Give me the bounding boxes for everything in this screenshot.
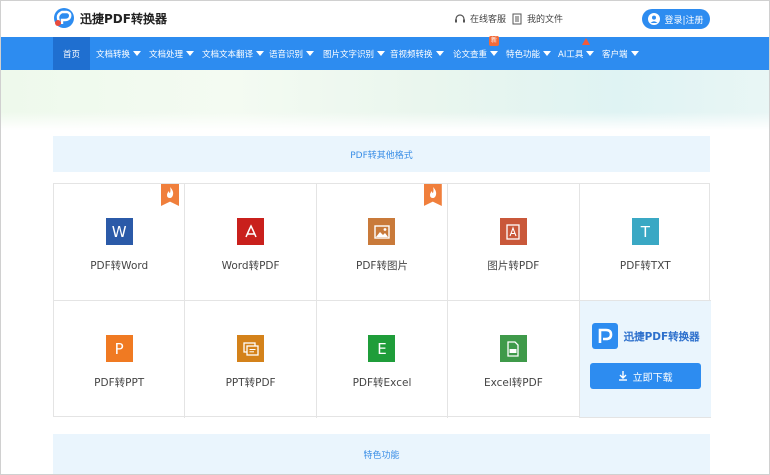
- nav-item-speech[interactable]: 语音识别: [269, 37, 315, 70]
- section-title-label: 特色功能: [363, 450, 400, 461]
- my-files-label: 我的文件: [527, 15, 564, 25]
- download-icon: [618, 371, 628, 381]
- download-now-button[interactable]: 立即下载: [589, 363, 701, 389]
- nav-item-doc-process[interactable]: 文档处理: [149, 37, 195, 70]
- caret-down-icon: [490, 51, 499, 56]
- tile-glyph: E: [377, 339, 387, 358]
- tool-card-pdf-to-txt[interactable]: T PDF转TXT: [579, 184, 711, 301]
- new-badge: 新: [489, 36, 500, 46]
- nav-item-label: 音视频转换: [390, 49, 433, 60]
- file-icon: [511, 13, 523, 25]
- section-title-features: 特色功能: [53, 434, 710, 474]
- nav-item-label: 首页: [63, 49, 81, 60]
- tool-card-image-to-pdf[interactable]: 图片转PDF: [448, 184, 580, 301]
- download-promo-card: 迅捷PDF转换器 立即下载: [579, 301, 711, 418]
- promo-logo: 迅捷PDF转换器: [591, 323, 700, 349]
- site-logo[interactable]: 迅捷PDF转换器: [53, 7, 167, 29]
- caret-down-icon: [186, 51, 195, 56]
- tool-card-ppt-to-pdf[interactable]: PPT转PDF: [185, 301, 317, 418]
- nav-item-plagiarism[interactable]: 论文查重 新: [453, 36, 500, 70]
- nav-item-client[interactable]: 客户端: [602, 37, 639, 70]
- main-nav: 首页 文档转换 文档处理 文档文本翻译 语音识别 图片文字识别 音视频转换 论文…: [1, 36, 769, 70]
- tool-label: Excel转PDF: [483, 377, 543, 389]
- nav-item-label: 图片文字识别: [323, 49, 375, 60]
- tile-glyph: W: [111, 222, 127, 241]
- download-now-label: 立即下载: [632, 372, 673, 384]
- nav-item-label: 文档处理: [149, 49, 184, 60]
- user-icon: [648, 13, 661, 25]
- tool-card-pdf-to-excel[interactable]: E PDF转Excel: [317, 301, 449, 418]
- nav-item-ocr[interactable]: 图片文字识别: [323, 37, 386, 70]
- tool-label: Word转PDF: [221, 260, 280, 272]
- hot-flame-icon: [423, 184, 442, 206]
- tool-label: PDF转Word: [90, 260, 149, 272]
- hero-banner: [1, 70, 769, 130]
- top-header: 迅捷PDF转换器 在线客服 我的文件 登录|注册: [1, 1, 769, 37]
- section-title-label: PDF转其他格式: [350, 150, 413, 161]
- nav-item-label: 语音识别: [269, 49, 304, 60]
- nav-item-label: AI工具: [558, 49, 584, 60]
- nav-item-ai-tools[interactable]: AI工具: [558, 37, 595, 70]
- image-icon: [368, 218, 396, 245]
- pdf-document-icon: [499, 335, 527, 362]
- tool-grid: W PDF转Word Word转PDF PDF转图片 图片转PDF T PDF转…: [53, 183, 711, 418]
- nav-item-label: 特色功能: [506, 49, 541, 60]
- nav-item-label: 论文查重: [453, 49, 488, 60]
- logo-icon: [53, 7, 75, 29]
- tool-card-pdf-to-ppt[interactable]: P PDF转PPT: [54, 301, 186, 418]
- nav-item-label: 文档文本翻译: [202, 49, 254, 60]
- tool-card-word-to-pdf[interactable]: Word转PDF: [185, 184, 317, 301]
- nav-item-doc-convert[interactable]: 文档转换: [96, 37, 142, 70]
- word-icon: W: [105, 218, 133, 245]
- caret-down-icon: [306, 51, 315, 56]
- caret-down-icon: [435, 51, 444, 56]
- nav-item-features[interactable]: 特色功能: [506, 37, 552, 70]
- app-window: 迅捷PDF转换器 在线客服 我的文件 登录|注册 首页 文档转换 文档处理 文档…: [0, 0, 770, 475]
- tile-glyph: P: [114, 339, 124, 358]
- tool-label: PDF转Excel: [352, 377, 412, 389]
- logo-text: 迅捷PDF转换器: [80, 11, 167, 26]
- online-service-label: 在线客服: [470, 15, 507, 25]
- caret-down-icon: [543, 51, 552, 56]
- presentation-icon: [237, 335, 265, 362]
- tool-label: PDF转PPT: [94, 377, 145, 389]
- tool-label: 图片转PDF: [487, 260, 540, 272]
- nav-item-label: 文档转换: [96, 49, 131, 60]
- tool-label: PPT转PDF: [225, 377, 276, 389]
- tool-card-pdf-to-image[interactable]: PDF转图片: [316, 184, 449, 301]
- app-logo-icon: [591, 323, 618, 349]
- login-register-button[interactable]: 登录|注册: [642, 9, 710, 29]
- caret-down-icon: [256, 51, 265, 56]
- nav-item-av-convert[interactable]: 音视频转换: [390, 37, 444, 70]
- text-icon: T: [631, 218, 659, 245]
- caret-down-icon: [586, 51, 595, 56]
- tool-card-excel-to-pdf[interactable]: Excel转PDF: [448, 301, 580, 418]
- promo-app-name: 迅捷PDF转换器: [623, 330, 700, 343]
- excel-icon: E: [368, 335, 396, 362]
- ppt-icon: P: [105, 335, 133, 362]
- acrobat-icon: [237, 218, 265, 245]
- my-files-link[interactable]: 我的文件: [511, 12, 563, 25]
- caret-down-icon: [133, 51, 142, 56]
- nav-item-label: 客户端: [602, 49, 628, 60]
- tool-label: PDF转TXT: [619, 260, 671, 272]
- section-title-pdf-convert: PDF转其他格式: [53, 136, 710, 172]
- online-service-link[interactable]: 在线客服: [454, 12, 506, 25]
- nav-item-doc-translate[interactable]: 文档文本翻译: [202, 37, 265, 70]
- nav-item-home[interactable]: 首页: [53, 37, 91, 70]
- login-register-label: 登录|注册: [664, 15, 704, 26]
- caret-down-icon: [377, 51, 386, 56]
- tool-label: PDF转图片: [356, 260, 408, 272]
- tile-glyph: T: [640, 222, 650, 241]
- tool-card-pdf-to-word[interactable]: W PDF转Word: [54, 184, 186, 301]
- headset-icon: [454, 13, 466, 25]
- pdf-file-icon: [499, 218, 527, 245]
- hot-flame-icon: [161, 184, 179, 206]
- hot-marker-icon: [582, 38, 590, 45]
- caret-down-icon: [630, 51, 639, 56]
